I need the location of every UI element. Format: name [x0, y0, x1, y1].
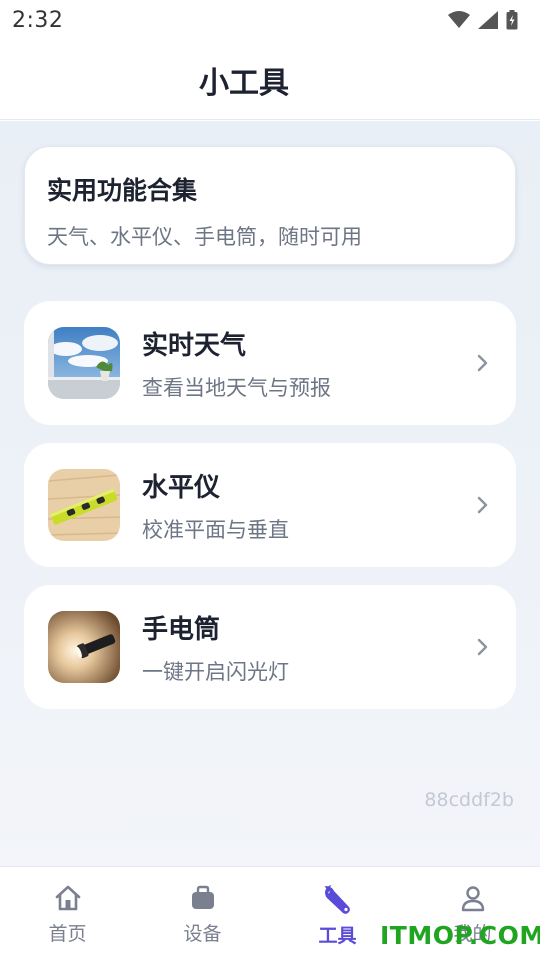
nav-item-home[interactable]: 首页	[0, 867, 135, 960]
intro-card: 实用功能合集 天气、水平仪、手电筒，随时可用	[24, 146, 516, 265]
spirit-level-photo-icon	[48, 469, 120, 541]
version-label: 88cddf2b	[424, 789, 514, 811]
watermark-text: ITMOP.COM	[380, 921, 540, 950]
intro-title: 实用功能合集	[47, 176, 198, 205]
home-icon	[55, 885, 80, 911]
tool-text: 水平仪 校准平面与垂直	[142, 467, 470, 544]
flashlight-photo-icon	[48, 611, 120, 683]
chevron-right-icon	[477, 638, 488, 656]
tool-card-weather[interactable]: 实时天气 查看当地天气与预报	[24, 301, 516, 425]
signal-icon	[478, 11, 498, 29]
wifi-icon	[448, 11, 470, 29]
tool-card-level[interactable]: 水平仪 校准平面与垂直	[24, 443, 516, 567]
main-content[interactable]: 实用功能合集 天气、水平仪、手电筒，随时可用 实时天气 查看当地天气与预报 水平…	[0, 121, 540, 866]
tool-title: 水平仪	[142, 472, 221, 503]
nav-label: 设备	[183, 923, 222, 945]
tool-subtitle: 查看当地天气与预报	[142, 375, 331, 400]
status-bar: 2:32	[0, 0, 540, 40]
chevron-right-icon	[477, 354, 488, 372]
tool-subtitle: 一键开启闪光灯	[142, 659, 289, 684]
nav-label: 首页	[48, 923, 87, 945]
nav-label: 工具	[318, 925, 357, 947]
intro-subtitle: 天气、水平仪、手电筒，随时可用	[47, 225, 362, 249]
tool-text: 实时天气 查看当地天气与预报	[142, 325, 470, 402]
nav-item-devices[interactable]: 设备	[135, 867, 270, 960]
tool-subtitle: 校准平面与垂直	[142, 517, 289, 542]
weather-photo-icon	[48, 327, 120, 399]
app-header: 小工具	[0, 40, 540, 120]
status-icons	[448, 10, 518, 30]
tool-text: 手电筒 一键开启闪光灯	[142, 609, 470, 686]
briefcase-icon	[191, 885, 214, 909]
tool-title: 实时天气	[142, 330, 247, 361]
tool-title: 手电筒	[142, 614, 221, 645]
person-icon	[461, 886, 484, 912]
wrench-icon	[324, 885, 350, 914]
page-title: 小工具	[199, 66, 289, 101]
tool-card-flashlight[interactable]: 手电筒 一键开启闪光灯	[24, 585, 516, 709]
chevron-right-icon	[477, 496, 488, 514]
status-time: 2:32	[12, 7, 64, 33]
battery-icon	[506, 10, 518, 30]
